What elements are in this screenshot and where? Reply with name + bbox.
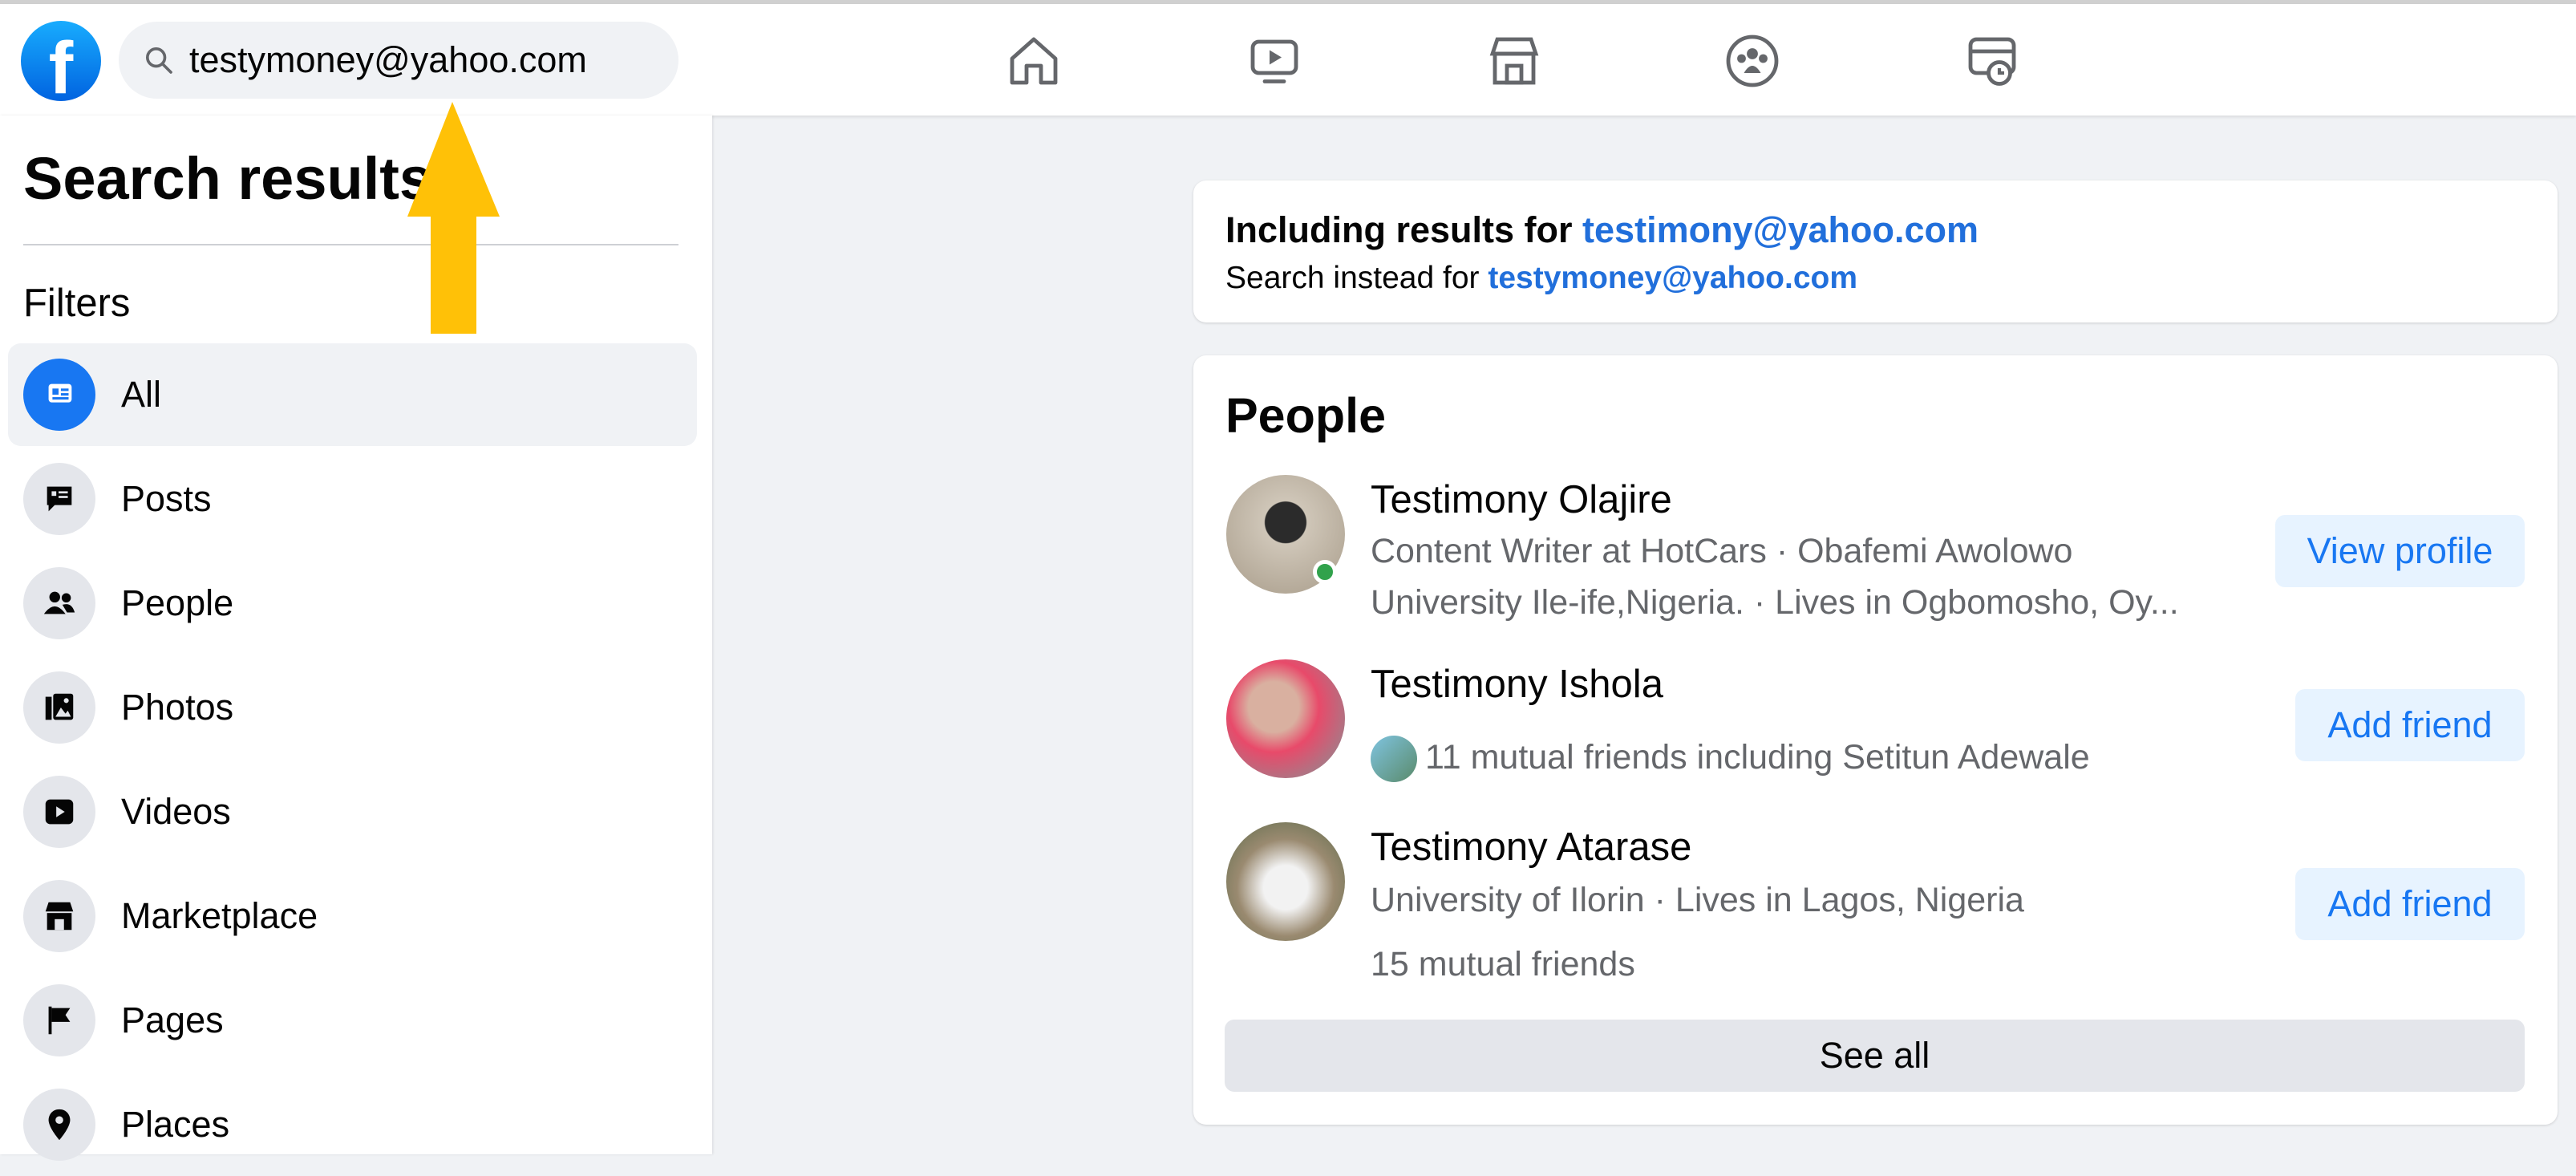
annotation-arrow-icon <box>407 102 500 334</box>
avatar[interactable] <box>1226 659 1345 778</box>
search-bar[interactable] <box>119 22 678 99</box>
person-details: Content Writer at HotCars · Obafemi Awol… <box>1371 532 2073 570</box>
sidebar-item-places[interactable]: Places <box>8 1073 697 1176</box>
sidebar-item-pages[interactable]: Pages <box>8 969 697 1072</box>
avatar[interactable] <box>1226 822 1345 941</box>
search-icon <box>146 47 172 74</box>
spelling-correction-card: Including results for testimony@yahoo.co… <box>1193 180 2558 322</box>
mutual-friends: 11 mutual friends including Setitun Adew… <box>1425 738 2090 777</box>
location-pin-icon <box>48 1109 71 1141</box>
section-title: People <box>1225 388 1387 443</box>
instead-label: Search instead for <box>1225 261 1488 295</box>
all-results-icon <box>48 383 72 403</box>
people-results-card: People Testimony Olajire Content Writer … <box>1193 355 2558 1125</box>
person-details: University of Ilorin · Lives in Lagos, N… <box>1371 881 2024 919</box>
add-friend-button[interactable]: Add friend <box>2295 868 2525 940</box>
original-query-link[interactable]: testymoney@yahoo.com <box>1488 261 1857 295</box>
sidebar-item-photos[interactable]: Photos <box>8 656 697 759</box>
divider <box>23 244 678 245</box>
posts-icon <box>47 486 72 512</box>
including-label: Including results for <box>1225 209 1583 250</box>
flag-icon <box>48 1006 71 1035</box>
search-input[interactable] <box>189 39 670 81</box>
gaming-icon[interactable] <box>1963 32 2021 90</box>
add-friend-button[interactable]: Add friend <box>2295 689 2525 761</box>
sidebar-item-people[interactable]: People <box>8 552 697 655</box>
person-name[interactable]: Testimony Ishola <box>1371 662 1663 707</box>
facebook-logo[interactable]: f <box>21 21 101 101</box>
person-details: University Ile-ife,Nigeria. · Lives in O… <box>1371 583 2179 622</box>
photos-icon <box>45 693 74 720</box>
page-title: Search results <box>23 145 433 212</box>
see-all-button[interactable]: See all <box>1225 1020 2525 1092</box>
mutual-friends: 15 mutual friends <box>1371 945 1635 983</box>
sidebar-item-videos[interactable]: Videos <box>8 760 697 863</box>
marketplace-icon <box>45 902 74 931</box>
videos-icon <box>45 799 74 825</box>
marketplace-icon[interactable] <box>1485 32 1543 90</box>
view-profile-button[interactable]: View profile <box>2275 515 2525 587</box>
mutual-friend-avatar <box>1371 736 1417 782</box>
sidebar-item-all[interactable]: All <box>8 343 697 446</box>
home-icon[interactable] <box>1005 32 1063 90</box>
filters-heading: Filters <box>23 282 131 325</box>
groups-icon[interactable] <box>1723 32 1781 90</box>
watch-icon[interactable] <box>1245 32 1303 90</box>
people-icon <box>43 591 75 614</box>
online-status-indicator <box>1313 560 1337 584</box>
sidebar-item-posts[interactable]: Posts <box>8 448 697 550</box>
person-name[interactable]: Testimony Atarase <box>1371 825 1691 870</box>
sidebar-item-marketplace[interactable]: Marketplace <box>8 865 697 967</box>
corrected-query-link[interactable]: testimony@yahoo.com <box>1582 209 1979 250</box>
person-name[interactable]: Testimony Olajire <box>1371 477 1672 522</box>
